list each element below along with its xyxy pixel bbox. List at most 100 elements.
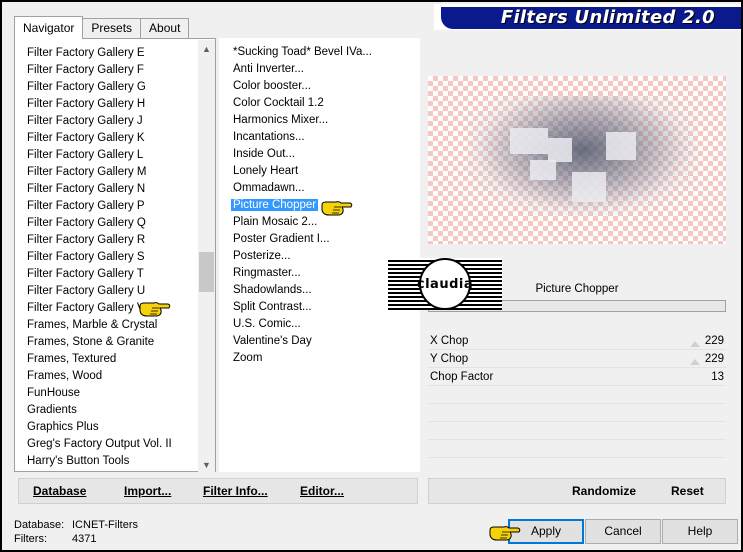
title-banner: Filters Unlimited 2.0 [434,4,741,30]
filter-item[interactable]: Harmonics Mixer... [233,112,372,129]
category-item[interactable]: Filter Factory Gallery U [27,283,172,300]
category-item[interactable]: Graphics Plus [27,419,172,436]
cancel-button[interactable]: Cancel [585,519,661,544]
filters-unlimited-dialog: Filters Unlimited 2.0 Navigator Presets … [0,0,743,552]
left-action-bar: Database Import... Filter Info... Editor… [18,478,418,504]
import-label: Import... [124,484,172,498]
category-item[interactable]: Filter Factory Gallery M [27,164,172,181]
filters-count-value: 4371 [72,533,97,545]
category-list: Filter Factory Gallery E Filter Factory G… [27,45,172,470]
category-item[interactable]: Filter Factory Gallery R [27,232,172,249]
category-item[interactable]: Filter Factory Gallery T [27,266,172,283]
category-item[interactable]: Filter Factory Gallery Q [27,215,172,232]
slider-marker-icon[interactable] [690,359,700,365]
help-button[interactable]: Help [662,519,738,544]
filter-list-panel: *Sucking Toad* Bevel IVa... Anti Inverter… [219,38,420,472]
category-item[interactable]: Filter Factory Gallery S [27,249,172,266]
filter-item-label: Lonely Heart [233,165,299,177]
category-item[interactable]: Frames, Marble & Crystal [27,317,172,334]
tab-navigator[interactable]: Navigator [14,16,84,39]
scroll-up-icon[interactable]: ▲ [202,44,211,54]
param-row-x-chop[interactable]: X Chop 229 [428,332,726,350]
filter-item-label: Incantations... [233,131,305,143]
filter-item-label: Color Cocktail 1.2 [233,97,324,109]
filter-item[interactable]: Valentine's Day [233,333,372,350]
param-row-empty [428,404,726,422]
filter-item-label: U.S. Comic... [233,318,301,330]
filter-item[interactable]: Shadowlands... [233,282,372,299]
category-item[interactable]: Filter Factory Gallery K [27,130,172,147]
filter-item[interactable]: *Sucking Toad* Bevel IVa... [233,44,372,61]
import-button[interactable]: Import... [124,484,171,498]
tab-bar: Navigator Presets About [14,16,190,39]
database-status-value: ICNET-Filters [72,519,138,531]
filter-item[interactable]: Lonely Heart [233,163,372,180]
filter-item-label: Plain Mosaic 2... [233,216,318,228]
filter-item-label: Inside Out... [233,148,296,160]
filter-item[interactable]: Color Cocktail 1.2 [233,95,372,112]
filter-item[interactable]: Posterize... [233,248,372,265]
param-value[interactable]: 229 [705,350,724,368]
category-item[interactable]: Filter Factory Gallery E [27,45,172,62]
category-item[interactable]: Filter Factory Gallery N [27,181,172,198]
category-item[interactable]: Frames, Wood [27,368,172,385]
category-item[interactable]: Gradients [27,402,172,419]
category-item[interactable]: Filter Factory Gallery F [27,62,172,79]
pointing-hand-icon [139,302,171,317]
preview-chop-block [572,172,606,202]
category-item[interactable]: Filter Factory Gallery J [27,113,172,130]
watermark-logo: claudia [388,258,502,310]
right-action-bar: Randomize Reset [428,478,726,504]
category-item[interactable]: Filter Factory Gallery H [27,96,172,113]
database-button[interactable]: Database [33,484,86,498]
pointing-hand-icon [489,526,521,541]
param-name: Y Chop [430,353,469,365]
category-item[interactable]: Greg's Factory Output Vol. II [27,436,172,453]
filter-item[interactable]: Ringmaster... [233,265,372,282]
category-item[interactable]: Filter Factory Gallery G [27,79,172,96]
category-item[interactable]: Frames, Textured [27,351,172,368]
filter-item-label: Harmonics Mixer... [233,114,329,126]
tab-about[interactable]: About [140,18,190,38]
param-row-y-chop[interactable]: Y Chop 229 [428,350,726,368]
filter-item[interactable]: Inside Out... [233,146,372,163]
filter-item[interactable]: Poster Gradient I... [233,231,372,248]
category-item[interactable]: Harry's Button Tools [27,453,172,470]
database-status-label: Database: [14,519,65,531]
filter-item-label: Color booster... [233,80,311,92]
category-item[interactable]: Frames, Stone & Granite [27,334,172,351]
param-value[interactable]: 229 [705,332,724,350]
filter-item[interactable]: U.S. Comic... [233,316,372,333]
randomize-button[interactable]: Randomize [572,484,636,498]
editor-button[interactable]: Editor... [300,484,344,498]
filter-item[interactable]: Split Contrast... [233,299,372,316]
filter-item[interactable]: Incantations... [233,129,372,146]
preview-chop-block [530,160,556,180]
slider-marker-icon[interactable] [690,341,700,347]
status-area: Database: ICNET-Filters Filters: 4371 [14,518,138,546]
filter-item-label: Picture Chopper [231,199,319,211]
category-item[interactable]: FunHouse [27,385,172,402]
category-scrollbar[interactable]: ▲ ▼ [198,40,215,472]
tab-presets[interactable]: Presets [82,18,142,38]
filters-count-label: Filters: [14,533,47,545]
filter-item-label: Shadowlands... [233,284,312,296]
filter-info-label: Filter Info... [203,484,268,498]
filter-info-button[interactable]: Filter Info... [203,484,268,498]
param-value[interactable]: 13 [711,368,724,386]
filter-item[interactable]: Color booster... [233,78,372,95]
param-row-chop-factor[interactable]: Chop Factor 13 [428,368,726,386]
reset-button[interactable]: Reset [671,484,704,498]
filter-item-label: Split Contrast... [233,301,312,313]
category-item[interactable]: Filter Factory Gallery L [27,147,172,164]
filter-item-label: Poster Gradient I... [233,233,330,245]
scroll-thumb[interactable] [199,252,214,292]
filter-item-label: Valentine's Day [233,335,312,347]
category-item[interactable]: Filter Factory Gallery P [27,198,172,215]
scroll-down-icon[interactable]: ▼ [202,460,211,470]
filter-item-label: Zoom [233,352,263,364]
watermark-text: claudia [416,276,474,292]
filter-item[interactable]: Zoom [233,350,372,367]
filter-item[interactable]: Ommadawn... [233,180,372,197]
filter-item[interactable]: Anti Inverter... [233,61,372,78]
